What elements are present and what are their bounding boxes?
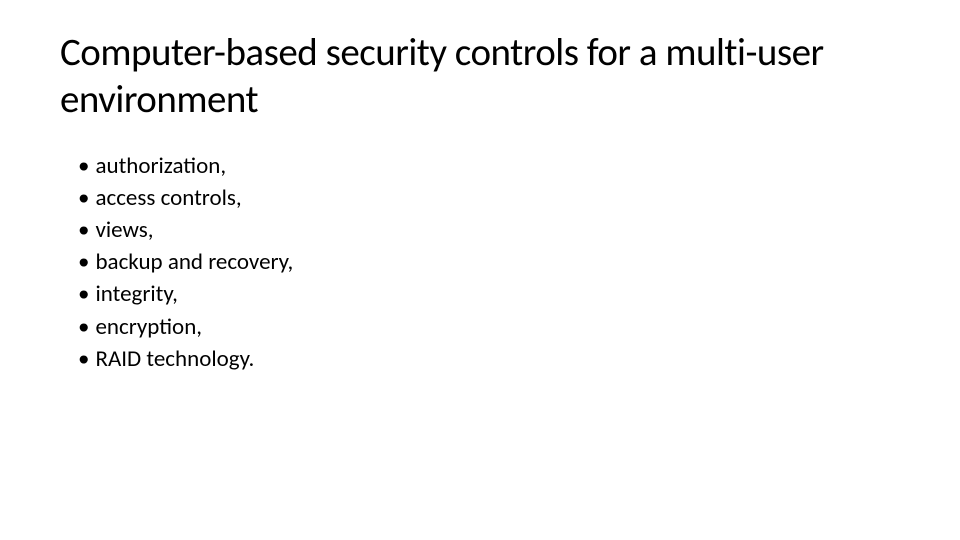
- list-item: • backup and recovery,: [78, 246, 900, 278]
- bullet-icon: •: [78, 311, 89, 343]
- list-item-label: backup and recovery,: [95, 246, 293, 278]
- list-item-label: RAID technology.: [95, 343, 254, 375]
- list-item: • access controls,: [78, 182, 900, 214]
- bullet-icon: •: [78, 214, 89, 246]
- bullet-icon: •: [78, 278, 89, 310]
- list-item-label: authorization,: [95, 150, 226, 182]
- slide-title: Computer-based security controls for a m…: [60, 30, 900, 124]
- list-item-label: views,: [95, 214, 153, 246]
- list-item: • RAID technology.: [78, 343, 900, 375]
- list-item: • encryption,: [78, 311, 900, 343]
- bullet-icon: •: [78, 343, 89, 375]
- list-item: • views,: [78, 214, 900, 246]
- list-item: • integrity,: [78, 278, 900, 310]
- list-item: • authorization,: [78, 150, 900, 182]
- bullet-icon: •: [78, 182, 89, 214]
- bullet-icon: •: [78, 246, 89, 278]
- list-item-label: integrity,: [95, 278, 177, 310]
- bullet-list: • authorization, • access controls, • vi…: [60, 150, 900, 375]
- list-item-label: encryption,: [95, 311, 202, 343]
- list-item-label: access controls,: [95, 182, 241, 214]
- bullet-icon: •: [78, 150, 89, 182]
